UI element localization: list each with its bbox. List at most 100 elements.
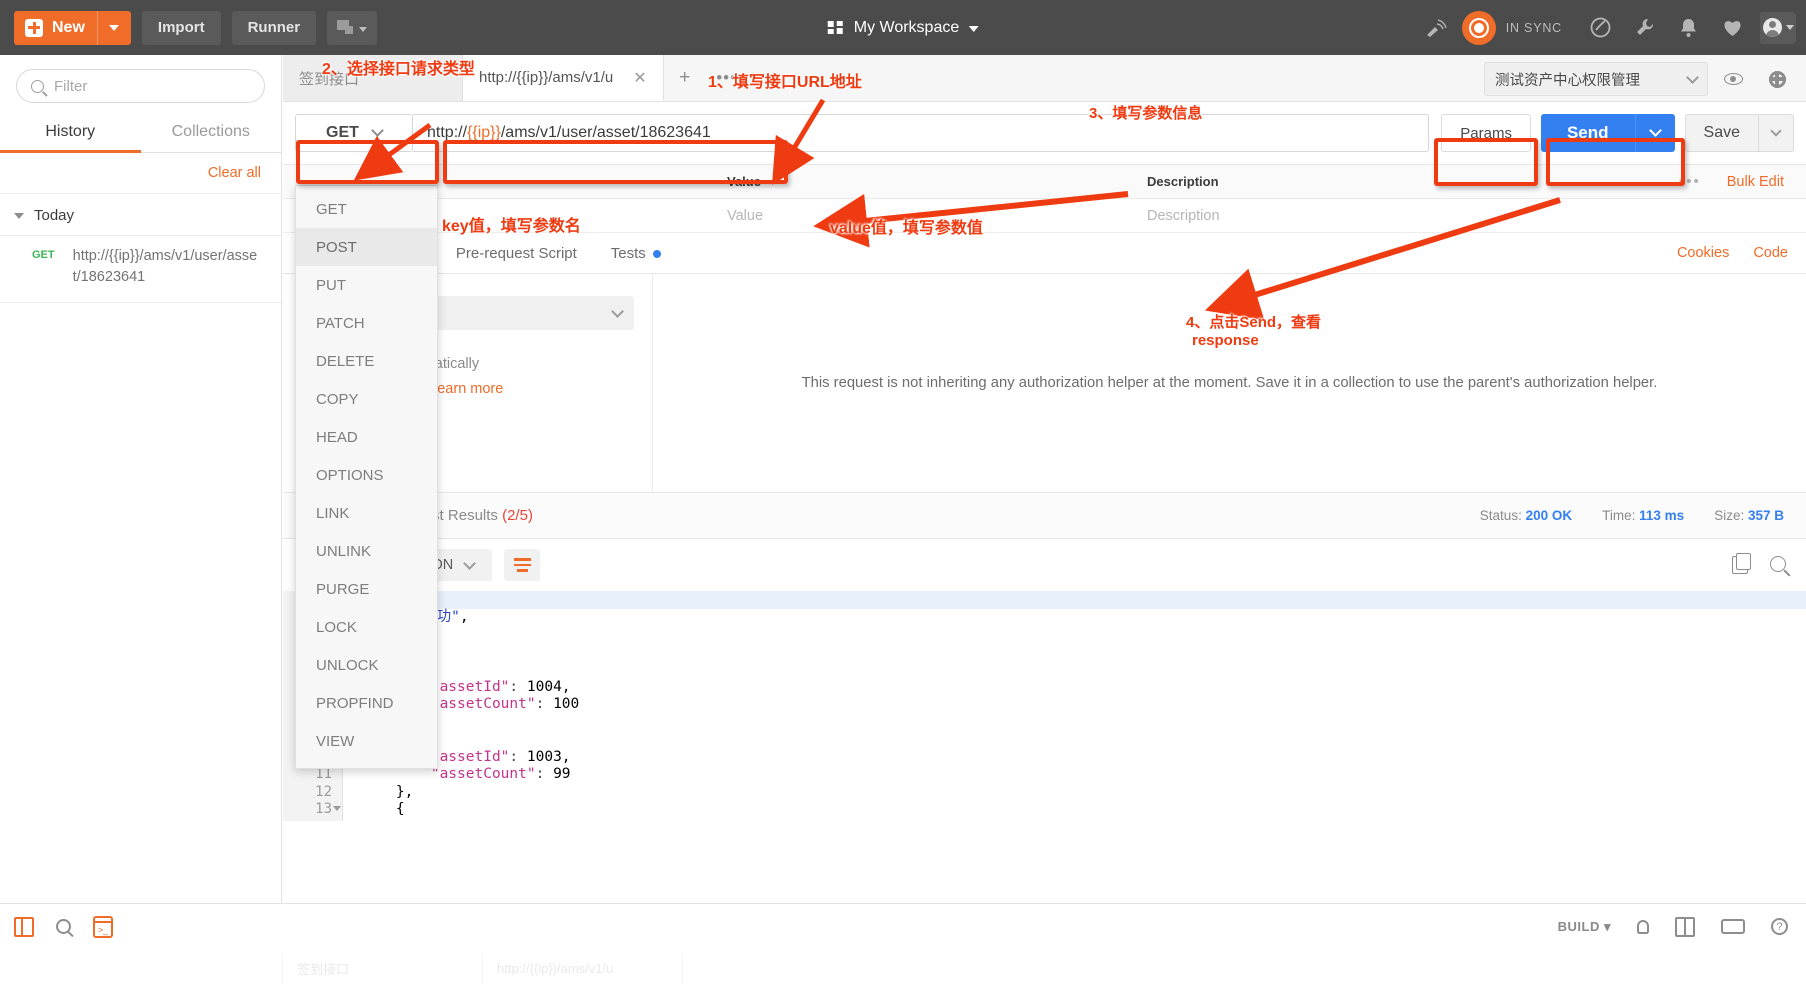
learn-more-link[interactable]: Learn more	[429, 381, 503, 397]
antenna-icon[interactable]	[1414, 6, 1458, 50]
params-description-cell[interactable]: Description	[1133, 208, 1616, 224]
add-tab-button[interactable]: +	[663, 55, 706, 101]
build-mode-button[interactable]: BUILD ▾	[1558, 919, 1611, 935]
copy-icon[interactable]	[1732, 553, 1751, 574]
filter-input[interactable]: Filter	[16, 69, 265, 103]
main-panel: 签到接口 http://{{ip}}/ams/v1/u ✕ + ••• 测试资产…	[283, 55, 1806, 921]
code-line: "assetCount": 100	[430, 696, 580, 712]
url-input[interactable]: http://{{ip}}/ams/v1/user/asset/18623641	[413, 114, 1430, 152]
two-pane-icon[interactable]	[1675, 916, 1695, 937]
gear-icon	[1768, 70, 1786, 88]
method-option-copy[interactable]: COPY	[296, 380, 437, 418]
wrap-lines-button[interactable]	[504, 549, 541, 581]
save-options-button[interactable]	[1758, 114, 1794, 152]
new-window-button[interactable]	[327, 10, 378, 45]
method-option-label: PROPFIND	[316, 694, 394, 712]
save-button[interactable]: Save	[1684, 114, 1758, 152]
cookies-link[interactable]: Cookies	[1677, 245, 1729, 261]
code-line: esc": "成功",	[361, 608, 469, 625]
environment-select[interactable]: 测试资产中心权限管理	[1484, 62, 1708, 96]
code-line: {	[343, 731, 1806, 749]
help-icon[interactable]: ?	[1771, 918, 1788, 935]
history-item-method: GET	[32, 249, 55, 261]
heart-icon[interactable]	[1710, 6, 1754, 50]
search-icon[interactable]	[1770, 556, 1786, 572]
tab-pre-request-script[interactable]: Pre-request Script	[456, 245, 577, 262]
request-sub-tabs: Headers Body Pre-request Script Tests Co…	[283, 233, 1806, 274]
params-table-row: Value Description	[283, 199, 1806, 233]
send-button[interactable]: Send	[1540, 114, 1635, 152]
method-option-options[interactable]: OPTIONS	[296, 456, 437, 494]
environment-quick-look-button[interactable]	[1714, 62, 1752, 96]
params-button[interactable]: Params	[1441, 114, 1531, 152]
wrench-icon[interactable]	[1622, 6, 1666, 50]
avatar	[1762, 18, 1782, 37]
params-value-cell[interactable]: Value	[713, 208, 1133, 224]
params-more-button[interactable]: •••	[1679, 173, 1701, 190]
manage-environments-button[interactable]	[1758, 62, 1796, 96]
method-option-unlock[interactable]: UNLOCK	[296, 646, 437, 684]
sidebar-tab-history[interactable]: History	[0, 113, 141, 153]
grid-icon	[827, 20, 844, 36]
bulb-icon[interactable]	[1637, 919, 1649, 934]
code-line: {	[361, 801, 405, 817]
runner-button[interactable]: Runner	[231, 10, 317, 45]
keyboard-icon[interactable]	[1721, 919, 1745, 934]
method-option-label: HEAD	[316, 428, 358, 446]
response-body-actions	[1732, 553, 1786, 574]
url-variable: {{ip}}	[467, 124, 501, 141]
clear-all-button[interactable]: Clear all	[208, 165, 261, 181]
history-group-label: Today	[34, 207, 75, 224]
method-option-patch[interactable]: PATCH	[296, 304, 437, 342]
response-status: Status: 200 OK	[1480, 508, 1572, 523]
method-option-put[interactable]: PUT	[296, 266, 437, 304]
http-method-selector[interactable]: GET	[295, 114, 413, 152]
method-option-get[interactable]: GET	[296, 190, 437, 228]
history-item[interactable]: GET http://{{ip}}/ams/v1/user/asset/1862…	[0, 236, 281, 304]
bulk-edit-button[interactable]: Bulk Edit	[1727, 174, 1784, 190]
http-method-dropdown[interactable]: GET POST PUT PATCH DELETE COPY HEAD OPTIONS LINK…	[295, 185, 438, 769]
filter-placeholder: Filter	[54, 77, 88, 95]
user-avatar-button[interactable]	[1760, 11, 1796, 44]
history-group-today[interactable]: Today	[0, 194, 281, 236]
top-toolbar: New Import Runner My Workspace IN SYNC	[0, 0, 1806, 55]
request-tab-2[interactable]: http://{{ip}}/ams/v1/u ✕	[463, 55, 664, 101]
fold-caret-icon[interactable]	[333, 806, 341, 811]
method-option-head[interactable]: HEAD	[296, 418, 437, 456]
sidebar-tab-collections-label: Collections	[171, 123, 250, 140]
help-icon[interactable]	[1578, 6, 1622, 50]
code-link[interactable]: Code	[1753, 245, 1788, 261]
response-body-code[interactable]: 12345678910111213 ode": 0,esc": "成功",": …	[283, 591, 1806, 821]
response-size: Size: 357 B	[1714, 508, 1784, 523]
import-button[interactable]: Import	[141, 10, 221, 45]
method-option-link[interactable]: LINK	[296, 494, 437, 532]
close-icon[interactable]: ✕	[613, 68, 646, 88]
tab-tests[interactable]: Tests	[611, 245, 661, 262]
request-tab-1[interactable]: 签到接口	[283, 55, 463, 101]
environment-selected-label: 测试资产中心权限管理	[1495, 72, 1640, 89]
method-option-propfind[interactable]: PROPFIND	[296, 684, 437, 722]
method-option-view[interactable]: VIEW	[296, 722, 437, 760]
console-icon[interactable]: >_	[93, 915, 113, 938]
bell-icon[interactable]	[1666, 6, 1710, 50]
request-tab-2-label: http://{{ip}}/ams/v1/u	[479, 69, 614, 86]
method-option-post[interactable]: POST	[296, 228, 437, 266]
window-reflection: 签到接口 http://{{ip}}/ams/v1/u	[0, 949, 1806, 984]
more-tabs-button[interactable]: •••	[705, 55, 748, 101]
new-dropdown-caret[interactable]	[96, 10, 131, 45]
send-options-button[interactable]	[1634, 114, 1675, 152]
code-line: "assetId": 1004,	[430, 678, 571, 695]
search-icon[interactable]	[56, 919, 71, 934]
new-button[interactable]: New	[14, 10, 131, 45]
code-line-number: 12	[315, 783, 332, 800]
request-tab-strip: 签到接口 http://{{ip}}/ams/v1/u ✕ + ••• 测试资产…	[283, 55, 1806, 102]
workspace-selector[interactable]: My Workspace	[827, 19, 979, 37]
method-option-lock[interactable]: LOCK	[296, 608, 437, 646]
toggle-sidebar-icon[interactable]	[14, 916, 34, 937]
method-option-purge[interactable]: PURGE	[296, 570, 437, 608]
method-option-label: GET	[316, 200, 347, 218]
code-line: ode": 0,	[343, 591, 1806, 609]
method-option-delete[interactable]: DELETE	[296, 342, 437, 380]
sidebar-tab-collections[interactable]: Collections	[141, 113, 282, 152]
method-option-unlink[interactable]: UNLINK	[296, 532, 437, 570]
